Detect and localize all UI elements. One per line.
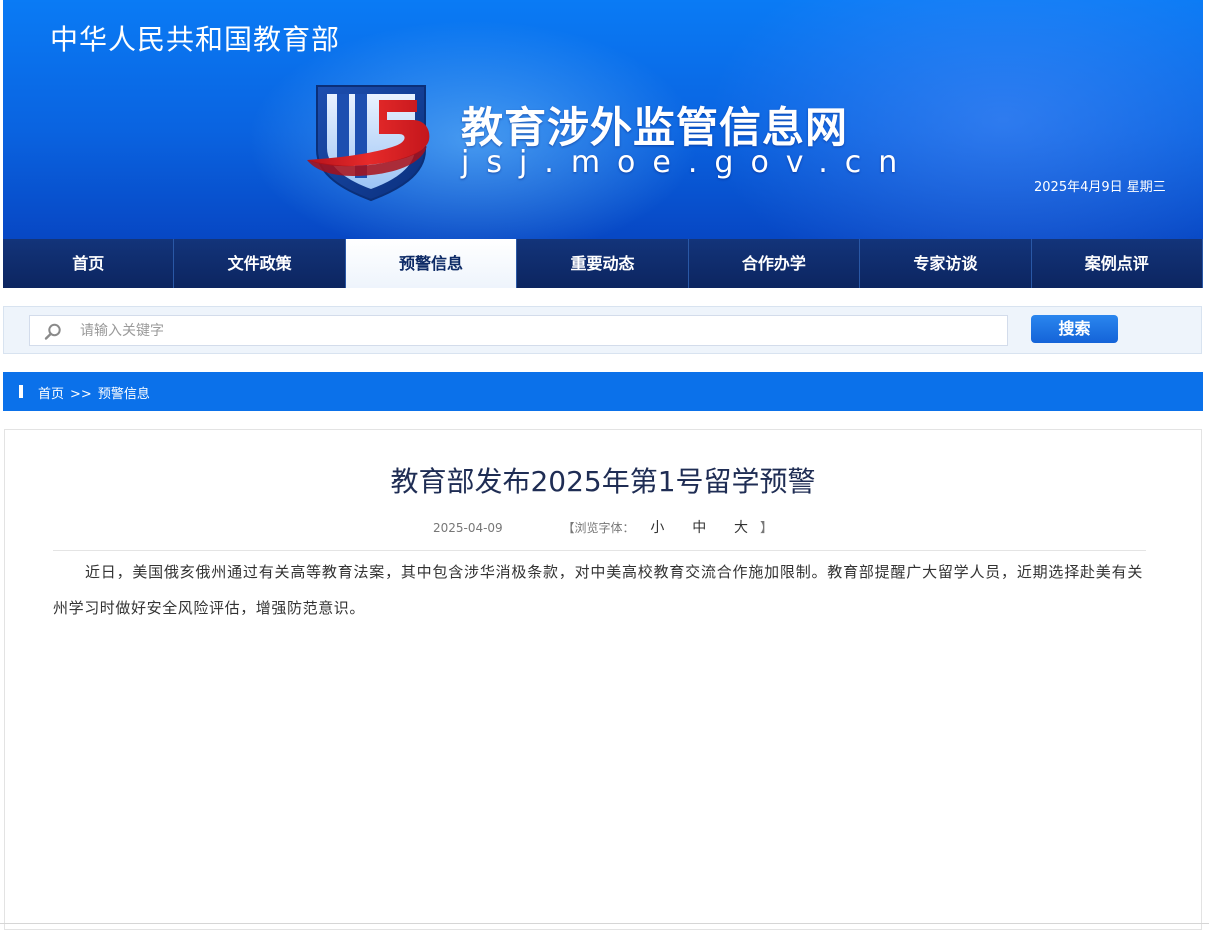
font-size-bracket-close: 】: [760, 521, 774, 536]
breadcrumb-trail: 首页 >> 预警信息: [38, 383, 150, 402]
search-bar: 搜索: [3, 306, 1202, 354]
nav-item-expert-interviews[interactable]: 专家访谈: [860, 239, 1032, 288]
article-title: 教育部发布2025年第1号留学预警: [390, 465, 816, 498]
breadcrumb-current-link[interactable]: 预警信息: [98, 387, 150, 402]
breadcrumb: 首页 >> 预警信息: [3, 372, 1203, 411]
breadcrumb-separator: >>: [70, 387, 92, 402]
ministry-name[interactable]: 中华人民共和国教育部: [50, 18, 340, 58]
search-button[interactable]: 搜索: [1031, 315, 1118, 343]
article-panel: 教育部发布2025年第1号留学预警 2025-04-09 【浏览字体： 小 中 …: [4, 429, 1202, 930]
nav-item-cooperative-education[interactable]: 合作办学: [688, 239, 861, 288]
search-box: [29, 315, 1008, 346]
search-input[interactable]: [78, 319, 998, 343]
current-date: 2025年4月9日 星期三: [1034, 180, 1166, 195]
shield-logo-icon[interactable]: [303, 80, 448, 205]
main-nav: 首页 文件政策 预警信息 重要动态 合作办学 专家访谈 案例点评: [3, 239, 1203, 288]
nav-item-case-reviews[interactable]: 案例点评: [1031, 239, 1203, 288]
breadcrumb-marker: [19, 385, 23, 398]
publish-date: 2025-04-09: [432, 521, 503, 535]
search-icon: [44, 323, 61, 340]
nav-item-policy-documents[interactable]: 文件政策: [174, 239, 346, 288]
font-size-large-link[interactable]: 大: [734, 520, 748, 536]
nav-item-home[interactable]: 首页: [3, 239, 175, 288]
breadcrumb-home-link[interactable]: 首页: [38, 387, 64, 402]
nav-item-important-news[interactable]: 重要动态: [517, 239, 689, 288]
nav-item-warning-info[interactable]: 预警信息: [345, 239, 518, 288]
site-url: jsj.moe.gov.cn: [461, 145, 915, 180]
article-meta: 2025-04-09 【浏览字体： 小 中 大】: [5, 517, 1201, 537]
page-bottom-border: [0, 923, 1209, 924]
header-banner: 中华人民共和国教育部 教育涉外监管信息网 jsj.moe.gov.cn 2025…: [3, 0, 1203, 239]
article-divider: [53, 550, 1146, 551]
font-size-medium-link[interactable]: 中: [692, 520, 706, 536]
article-body: 近日，美国俄亥俄州通过有关高等教育法案，其中包含涉华消极条款，对中美高校教育交流…: [53, 563, 1143, 617]
font-size-small-link[interactable]: 小: [650, 520, 664, 536]
font-size-label: 【浏览字体：: [562, 521, 635, 535]
